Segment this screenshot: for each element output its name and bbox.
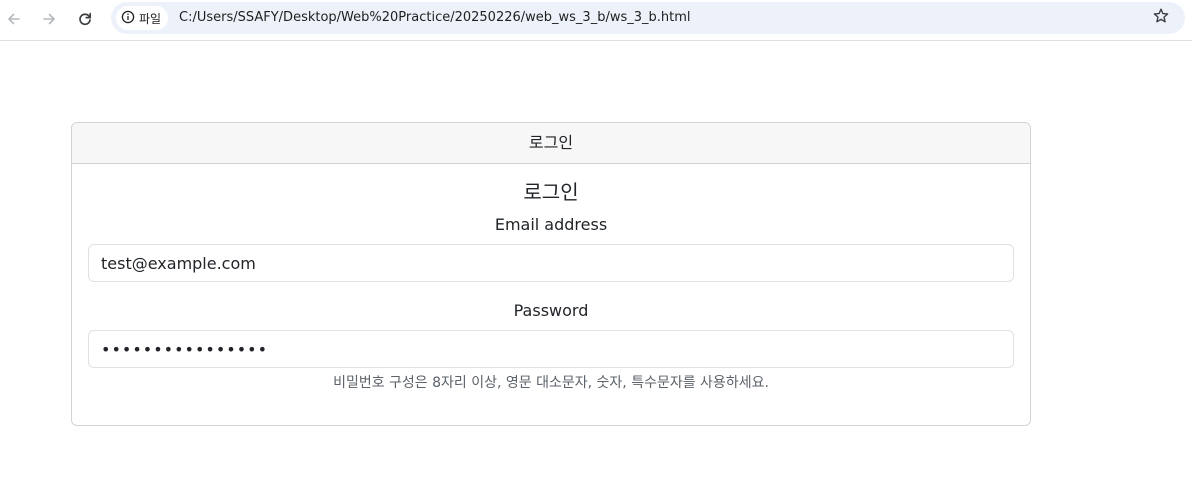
password-label: Password [513,301,589,320]
card-header: 로그인 [72,123,1030,164]
browser-toolbar: 파일 C:/Users/SSAFY/Desktop/Web%20Practice… [0,0,1192,41]
arrow-right-icon [41,11,57,27]
info-circle-icon [121,9,135,28]
password-help-text: 비밀번호 구성은 8자리 이상, 영문 대소문자, 숫자, 특수문자를 사용하세… [333,375,769,391]
arrow-left-icon [6,11,22,27]
address-bar[interactable]: 파일 C:/Users/SSAFY/Desktop/Web%20Practice… [111,2,1185,34]
url-text[interactable]: C:/Users/SSAFY/Desktop/Web%20Practice/20… [179,10,691,25]
star-outline-icon [1152,7,1170,29]
site-info-chip[interactable]: 파일 [116,6,169,30]
password-field[interactable] [88,330,1014,368]
email-field[interactable] [88,244,1014,282]
back-button[interactable] [1,6,27,32]
email-label: Email address [494,215,608,234]
login-card: 로그인 로그인 Email address Password 비밀번호 구성은 … [71,122,1031,426]
reload-icon [77,11,93,27]
forward-button[interactable] [36,6,62,32]
reload-button[interactable] [72,6,98,32]
bookmark-button[interactable] [1151,8,1171,28]
card-title: 로그인 [523,180,579,204]
site-chip-label: 파일 [139,11,162,26]
